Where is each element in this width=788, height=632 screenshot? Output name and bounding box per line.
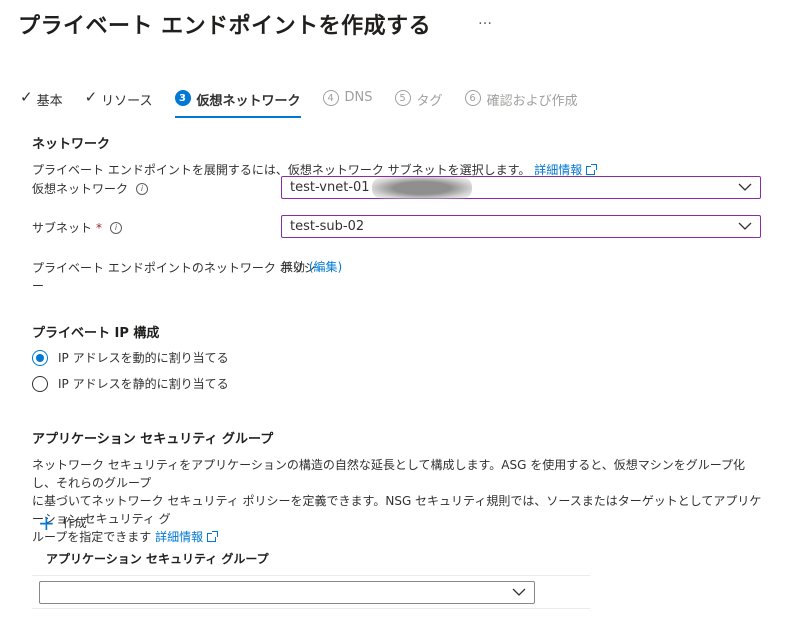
network-section-title: ネットワーク	[32, 137, 111, 152]
create-asg-button[interactable]: + 作成	[38, 510, 87, 535]
vnet-dropdown[interactable]: test-vnet-01	[281, 176, 761, 199]
step-number-icon: 5	[394, 90, 411, 106]
subnet-dropdown[interactable]: test-sub-02	[281, 215, 761, 238]
grid-divider	[32, 608, 590, 609]
wizard-tabs: ✓ 基本 ✓ リソース 3 仮想ネットワーク 4 DNS 5 タグ 6 確認およ…	[20, 90, 600, 122]
radio-static-ip[interactable]: IP アドレスを静的に割り当てる	[32, 375, 229, 392]
asg-section-title: アプリケーション セキュリティ グループ	[32, 432, 274, 447]
external-link-icon	[207, 531, 219, 542]
vnet-value: test-vnet-01	[290, 180, 370, 195]
tab-label: DNS	[344, 90, 373, 105]
ip-config-section-title: プライベート IP 構成	[32, 326, 160, 341]
tab-label: 確認および作成	[486, 94, 578, 109]
redacted-blur	[372, 177, 472, 199]
radio-button[interactable]	[32, 349, 48, 366]
asg-learn-more-link[interactable]: 詳細情報	[155, 530, 203, 544]
tab-resource[interactable]: ✓ リソース	[85, 90, 153, 120]
policy-edit-link[interactable]: (編集)	[309, 260, 342, 274]
tab-label: 仮想ネットワーク	[196, 94, 301, 109]
more-options-icon[interactable]: …	[478, 12, 493, 28]
info-icon[interactable]: i	[110, 221, 123, 234]
checkmark-icon: ✓	[84, 88, 98, 106]
vnet-label: 仮想ネットワーク i	[32, 180, 149, 197]
tab-virtual-network[interactable]: 3 仮想ネットワーク	[174, 90, 301, 120]
chevron-down-icon	[512, 588, 526, 596]
tab-tags[interactable]: 5 タグ	[394, 90, 443, 120]
grid-divider	[32, 575, 590, 576]
step-number-icon: 6	[464, 90, 481, 106]
external-link-icon	[586, 164, 598, 175]
tab-label: タグ	[416, 94, 443, 109]
asg-description: ネットワーク セキュリティをアプリケーションの構造の自然な延長として構成します。…	[32, 458, 762, 544]
step-number-icon: 3	[174, 90, 191, 106]
network-policy-value: 無効 (編集)	[281, 260, 343, 274]
radio-dynamic-ip[interactable]: IP アドレスを動的に割り当てる	[32, 349, 229, 366]
required-marker: *	[96, 220, 103, 235]
chevron-down-icon	[738, 222, 752, 230]
page-title: プライベート エンドポイントを作成する	[18, 14, 432, 39]
info-icon[interactable]: i	[136, 182, 149, 195]
tab-label: 基本	[36, 94, 63, 109]
checkmark-icon: ✓	[20, 88, 33, 106]
tab-basics[interactable]: ✓ 基本	[20, 90, 63, 120]
learn-more-link[interactable]: 詳細情報	[534, 163, 582, 177]
asg-dropdown[interactable]	[39, 581, 535, 604]
tab-dns[interactable]: 4 DNS	[322, 90, 373, 120]
chevron-down-icon	[738, 183, 752, 191]
plus-icon: +	[38, 510, 55, 535]
subnet-label: サブネット * i	[32, 219, 123, 236]
subnet-value: test-sub-02	[290, 219, 365, 234]
asg-grid-header: アプリケーション セキュリティ グループ	[46, 552, 269, 566]
tab-review-create[interactable]: 6 確認および作成	[464, 90, 578, 120]
tab-label: リソース	[101, 94, 153, 109]
radio-button[interactable]	[32, 375, 48, 392]
network-policy-label: プライベート エンドポイントのネットワーク ポリシ ー	[32, 261, 316, 293]
step-number-icon: 4	[322, 90, 339, 106]
